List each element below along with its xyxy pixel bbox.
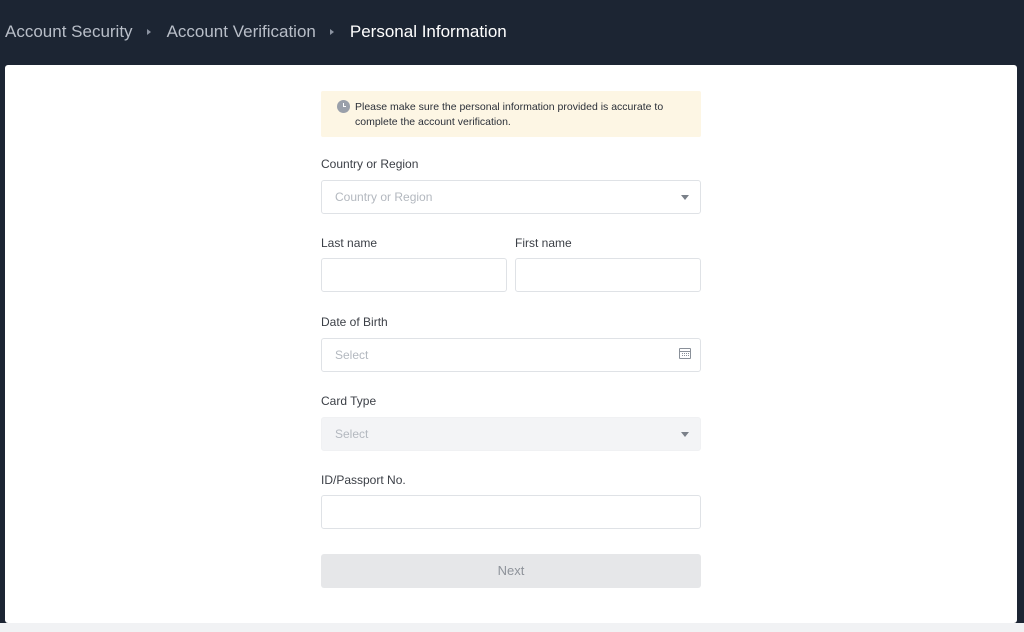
chevron-right-icon [146,29,151,35]
breadcrumb-account-verification[interactable]: Account Verification [167,22,316,42]
id-number-label: ID/Passport No. [321,473,406,487]
breadcrumb: Account Security Account Verification Pe… [5,20,507,44]
country-label: Country or Region [321,157,419,171]
dob-picker[interactable]: Select [321,338,701,372]
calendar-icon[interactable] [679,348,691,359]
notice-text: Please make sure the personal informatio… [355,101,664,128]
caret-down-icon [681,432,689,437]
id-number-input[interactable] [321,495,701,529]
breadcrumb-personal-information: Personal Information [349,22,507,41]
country-select[interactable]: Country or Region [321,180,701,214]
card-type-label: Card Type [321,394,377,408]
last-name-label: Last name [321,236,378,250]
first-name-input[interactable] [515,258,701,292]
dob-label: Date of Birth [321,315,388,329]
caret-down-icon [681,195,689,200]
next-button[interactable]: Next [321,554,701,588]
breadcrumb-account-security[interactable]: Account Security [5,22,133,42]
last-name-input[interactable] [321,258,507,292]
card-type-select[interactable]: Select [321,417,701,451]
notice-banner: Please make sure the personal informatio… [321,91,701,137]
first-name-label: First name [515,236,572,250]
card-type-placeholder: Select [335,427,369,441]
clock-icon [337,100,350,113]
country-placeholder: Country or Region [335,190,433,204]
chevron-right-icon [329,29,334,35]
main-panel: Please make sure the personal informatio… [5,65,1017,623]
bottom-strip [0,623,1024,632]
dob-placeholder: Select [335,348,369,362]
